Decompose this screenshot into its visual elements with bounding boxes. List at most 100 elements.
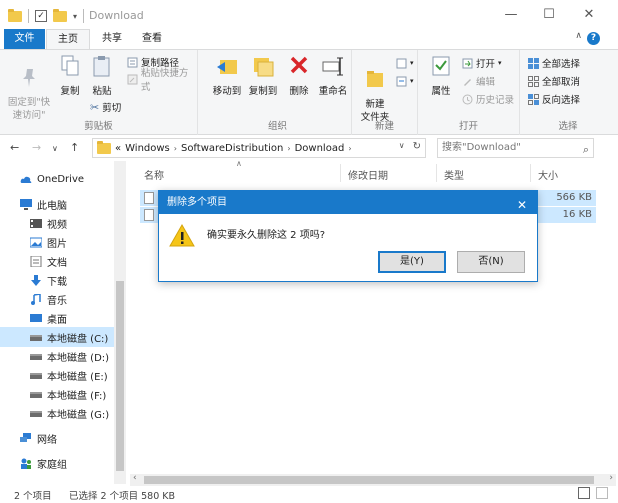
yes-button[interactable]: 是(Y)	[378, 251, 446, 273]
column-divider[interactable]	[530, 164, 531, 182]
dialog-message: 确实要永久删除这 2 项吗?	[207, 230, 326, 241]
sidebar-item-drive-d[interactable]: 本地磁盘 (D:)	[0, 346, 114, 366]
address-bar[interactable]: « Windows › SoftwareDistribution › Downl…	[92, 138, 426, 158]
sidebar-item-drive-g[interactable]: 本地磁盘 (G:)	[0, 403, 114, 423]
scrollbar-thumb[interactable]	[116, 281, 124, 471]
new-item-dropdown-icon: ▾	[410, 59, 414, 67]
maximize-button[interactable]: ☐	[534, 5, 564, 25]
up-arrow-icon[interactable]: ↑	[70, 141, 79, 154]
sidebar-item-label: 网络	[37, 434, 57, 446]
open-button[interactable]: 打开 ▾	[462, 56, 502, 70]
column-divider[interactable]	[340, 164, 341, 182]
copy-to-button[interactable]: 复制到	[246, 54, 280, 98]
details-view-icon[interactable]	[578, 487, 590, 499]
new-group-label: 新建	[374, 121, 394, 132]
breadcrumb-windows[interactable]: Windows	[125, 143, 170, 154]
chevron-right-icon[interactable]: ›	[287, 144, 290, 153]
invert-selection-icon	[528, 93, 539, 105]
recent-locations-icon[interactable]: ∨	[52, 144, 58, 153]
history-button[interactable]: 历史记录	[462, 92, 514, 106]
warning-icon	[169, 224, 195, 247]
folder-icon	[97, 140, 111, 154]
properties-qat-icon[interactable]: ✓	[35, 10, 47, 22]
tab-home[interactable]: 主页	[46, 29, 90, 49]
column-header-type[interactable]: 类型	[444, 167, 464, 182]
sidebar-item-downloads[interactable]: 下载	[0, 270, 114, 290]
scroll-left-icon[interactable]: ‹	[133, 473, 137, 483]
new-item-icon	[396, 58, 407, 68]
delete-confirmation-dialog: 删除多个项目 ✕ 确实要永久删除这 2 项吗? 是(Y) 否(N)	[158, 190, 538, 282]
desktop-icon	[30, 313, 42, 322]
sidebar-item-desktop[interactable]: 桌面	[0, 308, 114, 328]
delete-button[interactable]: 删除	[286, 54, 312, 98]
column-header-size[interactable]: 大小	[538, 167, 558, 182]
sidebar-item-network[interactable]: 网络	[0, 428, 114, 448]
chevron-right-icon[interactable]: ›	[174, 144, 177, 153]
help-icon[interactable]: ?	[587, 32, 600, 45]
no-button[interactable]: 否(N)	[457, 251, 525, 273]
minimize-button[interactable]: —	[496, 5, 526, 25]
search-icon[interactable]: ⌕	[583, 141, 589, 159]
easy-access-button[interactable]: ▾	[396, 74, 414, 88]
horizontal-scrollbar[interactable]: ‹ ›	[130, 473, 616, 486]
sidebar-item-videos[interactable]: 视频	[0, 213, 114, 233]
invert-selection-button[interactable]: 反向选择	[528, 92, 580, 106]
sidebar-item-drive-f[interactable]: 本地磁盘 (F:)	[0, 384, 114, 404]
tab-share[interactable]: 共享	[91, 29, 133, 49]
move-to-button[interactable]: 移动到	[210, 54, 244, 98]
tab-view[interactable]: 查看	[134, 29, 170, 49]
select-all-button[interactable]: 全部选择	[528, 56, 580, 70]
sidebar-item-label: 本地磁盘 (C:)	[47, 333, 109, 345]
cut-icon: ✂	[90, 100, 100, 114]
open-group: 属性 打开 ▾ 编辑 历史记录 打开	[418, 50, 520, 135]
cut-button[interactable]: ✂ 剪切	[90, 100, 121, 115]
sidebar-item-label: 下载	[47, 276, 67, 288]
sidebar-item-music[interactable]: 音乐	[0, 289, 114, 309]
tab-file[interactable]: 文件	[4, 29, 45, 49]
sidebar-item-drive-c[interactable]: 本地磁盘 (C:)	[0, 327, 114, 347]
paste-shortcut-button[interactable]: 粘贴快捷方式	[127, 68, 197, 93]
close-button[interactable]: ✕	[574, 5, 604, 25]
sidebar-item-label: 本地磁盘 (E:)	[47, 371, 108, 383]
sidebar-item-onedrive[interactable]: OneDrive	[0, 169, 114, 189]
scroll-right-icon[interactable]: ›	[609, 473, 613, 483]
sidebar-item-label: 桌面	[47, 314, 67, 326]
sidebar-item-this-pc[interactable]: 此电脑	[0, 194, 114, 214]
drive-icon	[30, 410, 42, 417]
paste-shortcut-icon	[127, 74, 138, 84]
large-icons-view-icon[interactable]	[596, 487, 608, 499]
sidebar-item-label: OneDrive	[37, 173, 85, 185]
new-folder-qat-icon[interactable]	[53, 8, 67, 22]
address-dropdown-icon[interactable]: ∨	[399, 141, 405, 152]
copy-button[interactable]: 复制	[56, 54, 84, 98]
collapse-ribbon-icon[interactable]: ∧	[575, 31, 582, 41]
select-none-button[interactable]: 全部取消	[528, 74, 580, 88]
sidebar-item-drive-e[interactable]: 本地磁盘 (E:)	[0, 365, 114, 385]
sidebar-item-homegroup[interactable]: 家庭组	[0, 453, 114, 473]
refresh-icon[interactable]: ↻	[413, 141, 421, 152]
column-header-name[interactable]: 名称	[144, 167, 164, 182]
chevron-right-icon[interactable]: ›	[348, 144, 351, 153]
sidebar-item-documents[interactable]: 文档	[0, 251, 114, 271]
new-item-button[interactable]: ▾	[396, 56, 414, 70]
column-header-date[interactable]: 修改日期	[348, 167, 388, 182]
new-folder-icon	[367, 71, 383, 87]
navigation-bar: ← → ∨ ↑ « Windows › SoftwareDistribution…	[0, 136, 618, 160]
qat-dropdown-icon[interactable]: ▾	[73, 12, 77, 21]
search-input[interactable]: 搜索"Download" ⌕	[437, 138, 594, 158]
back-arrow-icon[interactable]: ←	[10, 141, 19, 154]
scrollbar-thumb[interactable]	[144, 476, 594, 484]
rename-button[interactable]: 重命名	[316, 54, 350, 98]
address-tools: ∨ ↻	[399, 141, 421, 152]
breadcrumb-softwaredistribution[interactable]: SoftwareDistribution	[181, 143, 283, 154]
column-divider[interactable]	[436, 164, 437, 182]
sidebar-item-pictures[interactable]: 图片	[0, 232, 114, 252]
forward-arrow-icon[interactable]: →	[32, 141, 41, 154]
edit-button[interactable]: 编辑	[462, 74, 495, 88]
properties-button[interactable]: 属性	[424, 54, 458, 98]
paste-button[interactable]: 粘贴	[88, 54, 116, 98]
navigation-pane-scrollbar[interactable]	[114, 161, 126, 484]
breadcrumb-overflow[interactable]: «	[115, 143, 121, 154]
breadcrumb-download[interactable]: Download	[295, 143, 345, 154]
select-group-label: 选择	[558, 121, 578, 132]
